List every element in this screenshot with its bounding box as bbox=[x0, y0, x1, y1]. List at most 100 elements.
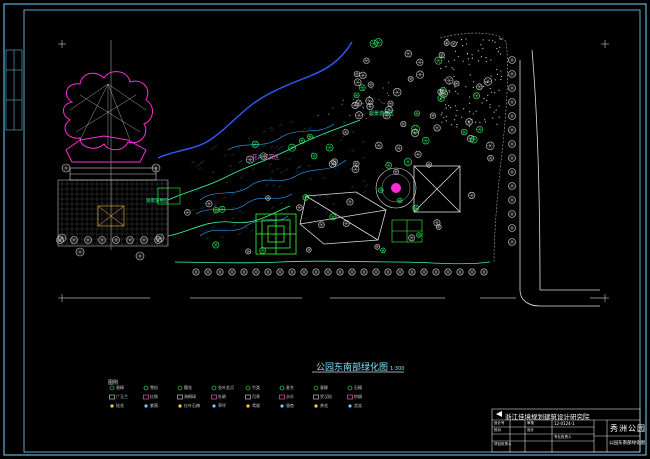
tree-symbol bbox=[395, 144, 403, 152]
tree-symbol bbox=[473, 92, 480, 100]
shrub-dot bbox=[449, 106, 452, 108]
legend-label: 红叶石楠 bbox=[184, 403, 200, 408]
legend-label: 茶花 bbox=[320, 403, 328, 408]
building-block-b bbox=[413, 165, 461, 213]
shrub-dot bbox=[383, 102, 385, 104]
shrub-dot bbox=[489, 103, 491, 106]
tree-symbol bbox=[508, 196, 516, 204]
shrub-dot bbox=[468, 63, 470, 65]
shrub-dot bbox=[493, 111, 495, 113]
shrub-dot bbox=[484, 121, 487, 123]
shrub-dot bbox=[362, 107, 364, 109]
shrub-dot bbox=[500, 70, 502, 72]
shrub-dot bbox=[472, 86, 474, 88]
tree-symbol bbox=[393, 168, 400, 175]
tree-symbol bbox=[324, 268, 332, 276]
shrub-dot bbox=[363, 114, 365, 116]
shrub-dot bbox=[388, 95, 390, 97]
tree-symbol bbox=[184, 209, 191, 216]
tree-symbol bbox=[245, 248, 252, 255]
park-boundary bbox=[439, 32, 508, 263]
shrub-dot bbox=[368, 95, 370, 97]
legend-symbol bbox=[313, 385, 319, 391]
tree-symbol bbox=[312, 268, 320, 276]
shrub-dot bbox=[365, 117, 367, 119]
legend-symbol bbox=[143, 394, 149, 400]
tree-symbol bbox=[444, 268, 452, 276]
shrub-dot bbox=[496, 123, 498, 125]
shrub-dot bbox=[468, 122, 470, 124]
shrub-dot bbox=[448, 89, 450, 91]
shrub-dot bbox=[498, 105, 500, 107]
pavilion-inner-lines bbox=[69, 83, 147, 145]
tree-symbol bbox=[112, 236, 120, 244]
shrub-dot bbox=[490, 59, 492, 61]
legend-symbol bbox=[279, 385, 285, 391]
shrub-dot bbox=[439, 89, 441, 91]
shrub-dot bbox=[498, 89, 500, 91]
tree-symbol bbox=[367, 81, 374, 88]
tree-symbol bbox=[432, 268, 440, 276]
tree-symbol bbox=[374, 244, 381, 250]
shrub-dot bbox=[445, 120, 447, 122]
shrub-dot bbox=[469, 111, 471, 113]
shrub-dot bbox=[496, 73, 498, 75]
shrub-dot bbox=[448, 83, 451, 85]
shrub-dot bbox=[481, 86, 483, 88]
legend-symbol bbox=[245, 394, 251, 400]
shrub-dot bbox=[456, 109, 458, 112]
title-row-1: 审核 bbox=[527, 421, 534, 425]
shrub-dot bbox=[471, 118, 473, 121]
tree-symbol bbox=[75, 247, 85, 257]
shrub-dot bbox=[462, 60, 464, 62]
shrub-dot bbox=[477, 60, 480, 62]
shrub-dot bbox=[454, 86, 456, 88]
legend-symbol bbox=[347, 385, 353, 391]
shrub-dot bbox=[440, 114, 442, 116]
tree-symbol bbox=[353, 78, 362, 87]
shrub-dot bbox=[477, 50, 480, 52]
tree-symbol bbox=[318, 221, 325, 229]
shrub-dot bbox=[362, 103, 364, 105]
legend-label: 月季 bbox=[252, 394, 260, 399]
legend-symbol bbox=[144, 404, 148, 408]
tree-symbol bbox=[416, 232, 422, 238]
tree-symbol bbox=[378, 187, 384, 193]
tree-symbol bbox=[434, 56, 443, 65]
tree-symbol bbox=[374, 38, 383, 47]
legend-symbol bbox=[348, 404, 352, 408]
tree-symbol bbox=[264, 268, 272, 276]
shrub-dot bbox=[490, 75, 492, 77]
tree-symbol bbox=[416, 58, 424, 66]
title-row-2: 校对 bbox=[494, 428, 501, 432]
tree-symbol bbox=[325, 143, 334, 152]
legend-label: 麦冬 bbox=[286, 385, 294, 390]
shrub-dot bbox=[332, 107, 334, 109]
shrub-dot bbox=[445, 43, 448, 45]
legend-symbol bbox=[109, 385, 115, 391]
shrub-dot bbox=[495, 109, 497, 111]
hatch-texture bbox=[191, 120, 369, 240]
shrub-dot bbox=[500, 75, 503, 78]
shrub-dot bbox=[457, 93, 459, 95]
shrub-dot bbox=[485, 57, 487, 59]
shrub-dot bbox=[484, 119, 486, 121]
tree-symbol bbox=[508, 140, 516, 148]
tree-symbol bbox=[508, 98, 516, 106]
title-row-0: 设计号 bbox=[494, 421, 505, 425]
shrub-dot bbox=[443, 57, 446, 59]
legend-label: 杜鹃 bbox=[218, 394, 226, 399]
tree-symbol bbox=[468, 268, 476, 276]
shrub-dot bbox=[467, 120, 470, 123]
title-row-5: 项目负责人 bbox=[494, 442, 512, 446]
shrub-dot bbox=[468, 96, 471, 98]
building-block-a bbox=[299, 191, 387, 245]
tree-symbol bbox=[336, 268, 344, 276]
tree-symbol bbox=[414, 110, 420, 117]
tree-symbol bbox=[508, 70, 516, 78]
tree-symbol bbox=[468, 191, 476, 199]
shrub-dot bbox=[496, 47, 498, 50]
tree-symbol bbox=[155, 233, 165, 243]
tree-symbol bbox=[192, 268, 200, 276]
tree-symbol bbox=[353, 92, 360, 99]
